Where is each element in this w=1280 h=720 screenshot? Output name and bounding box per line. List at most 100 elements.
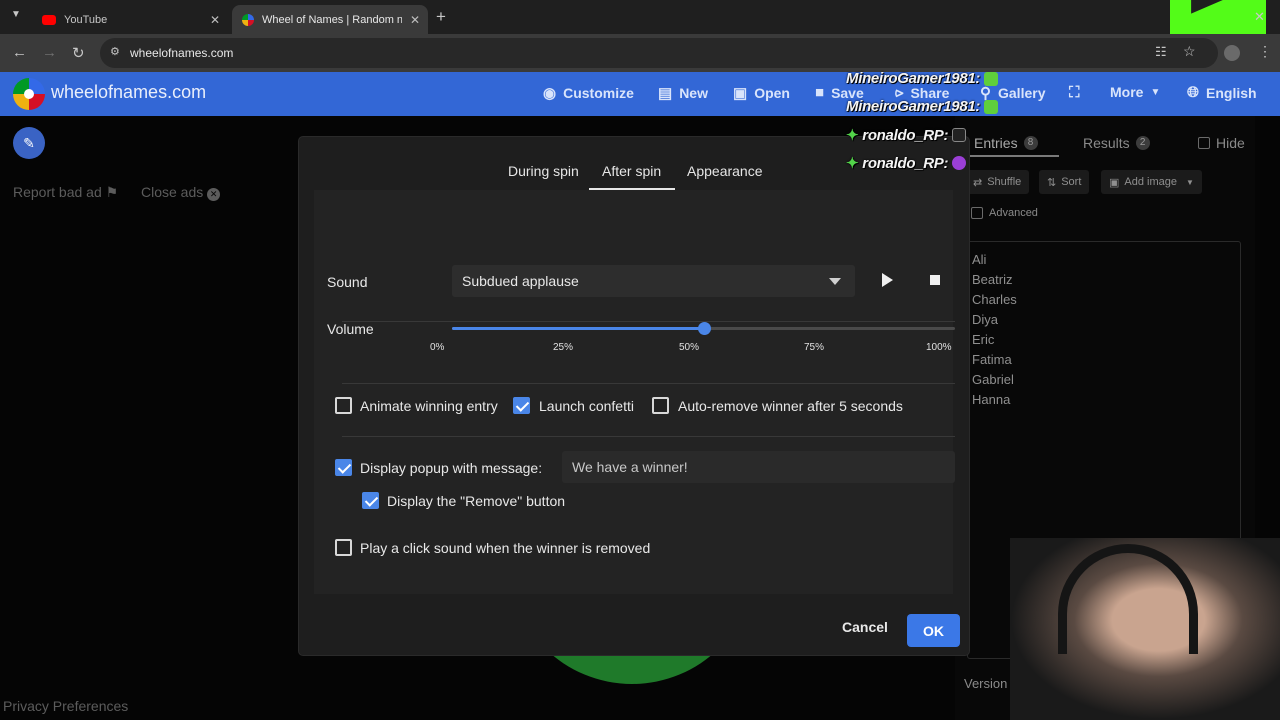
chat-message: ✦ ronaldo_RP: — [846, 126, 967, 144]
popup-message-input[interactable]: We have a winner! — [562, 451, 955, 483]
play-icon[interactable] — [882, 273, 893, 287]
hide-toggle[interactable]: Hide — [1198, 135, 1245, 151]
fullscreen-button[interactable]: ⛶ — [1069, 84, 1080, 101]
globe-icon: 🌐︎ — [1187, 84, 1200, 101]
list-item: Ali — [972, 252, 987, 267]
cancel-button[interactable]: Cancel — [842, 619, 888, 635]
advanced-checkbox[interactable] — [971, 207, 983, 219]
customize-button[interactable]: ◉ Customize — [543, 84, 634, 102]
tab-list-chevron-icon[interactable]: ▼ — [11, 9, 21, 20]
stop-icon[interactable] — [930, 275, 940, 285]
sound-label: Sound — [327, 274, 368, 290]
address-bar[interactable]: ⚙ wheelofnames.com ☷ ☆ — [100, 38, 1218, 68]
report-bad-ad-link[interactable]: Report bad ad ⚑ — [13, 184, 118, 201]
emote-icon — [952, 128, 967, 142]
sound-value: Subdued applause — [462, 273, 579, 289]
bookmark-star-icon[interactable]: ☆ — [1183, 43, 1196, 60]
chat-message: ✦ ronaldo_RP: — [846, 154, 967, 172]
volume-slider-thumb[interactable] — [697, 322, 711, 335]
close-tab-icon[interactable]: ✕ — [410, 13, 420, 27]
auto-remove-checkbox[interactable] — [652, 397, 669, 414]
browser-tab-youtube[interactable]: YouTube ✕ — [32, 5, 228, 34]
close-tab-icon[interactable]: ✕ — [210, 13, 220, 27]
divider — [342, 383, 955, 384]
emote-icon — [952, 156, 967, 170]
open-label: Open — [754, 85, 790, 101]
customize-label: Customize — [563, 85, 634, 101]
tab-appearance[interactable]: Appearance — [687, 163, 763, 179]
launch-confetti-label: Launch confetti — [539, 398, 634, 414]
site-name[interactable]: wheelofnames.com — [51, 82, 206, 103]
advanced-toggle[interactable]: Advanced — [971, 207, 1038, 219]
launch-confetti-checkbox[interactable] — [513, 397, 530, 414]
browser-tab-wheel[interactable]: Wheel of Names | Random nam ✕ — [232, 5, 428, 34]
flag-icon: ⚑ — [105, 184, 119, 200]
edit-pencil-icon[interactable]: ✎ — [13, 127, 45, 159]
browser-menu-icon[interactable]: ⋮ — [1258, 43, 1272, 60]
volume-slider-fill — [452, 327, 704, 330]
shield-icon: ✦ — [846, 127, 859, 144]
wheel-logo-icon[interactable] — [13, 78, 45, 110]
display-remove-button-checkbox[interactable] — [362, 492, 379, 509]
customize-dialog: During spin After spin Appearance Sound … — [299, 137, 969, 655]
sort-button[interactable]: ⇅ Sort — [1039, 170, 1090, 194]
add-image-button[interactable]: ▣ Add image ▼ — [1101, 170, 1202, 194]
hide-label: Hide — [1216, 135, 1245, 151]
tab-after-spin[interactable]: After spin — [602, 163, 661, 179]
tab-results[interactable]: Results 2 — [1083, 135, 1150, 151]
sort-icon: ⇅ — [1047, 176, 1057, 189]
reload-icon[interactable]: ↻ — [72, 44, 85, 62]
click-sound-label: Play a click sound when the winner is re… — [360, 540, 651, 556]
display-popup-checkbox[interactable] — [335, 459, 352, 476]
privacy-preferences-link[interactable]: Privacy Preferences — [3, 698, 128, 714]
url-text: wheelofnames.com — [130, 46, 234, 60]
youtube-icon — [42, 14, 56, 25]
volume-tick-75: 75% — [804, 342, 825, 353]
back-arrow-icon[interactable]: ← — [12, 44, 27, 61]
divider — [342, 436, 955, 437]
tab-during-spin[interactable]: During spin — [508, 163, 579, 179]
hide-checkbox[interactable] — [1198, 137, 1210, 149]
tab-entries[interactable]: Entries 8 — [974, 135, 1038, 151]
profile-avatar-icon[interactable] — [1224, 45, 1240, 61]
volume-slider[interactable] — [452, 322, 955, 335]
ok-button[interactable]: OK — [907, 614, 960, 647]
close-ads-link[interactable]: Close ads ✕ — [141, 184, 221, 201]
chat-username: ronaldo_RP: — [862, 154, 949, 172]
shuffle-button[interactable]: ⇄ Shuffle — [965, 170, 1030, 194]
list-item: Diya — [972, 312, 999, 327]
volume-tick-25: 25% — [553, 342, 574, 353]
new-label: New — [679, 85, 708, 101]
wheel-favicon-icon — [242, 13, 254, 26]
window-close-icon[interactable]: ✕ — [1254, 9, 1265, 25]
shield-icon: ✦ — [846, 155, 859, 172]
volume-tick-100: 100% — [926, 342, 952, 353]
animate-winning-entry-checkbox[interactable] — [335, 397, 352, 414]
entries-count-badge: 8 — [1023, 136, 1038, 150]
image-icon: ▣ — [1109, 176, 1120, 189]
close-ads-label: Close ads — [141, 184, 204, 200]
forward-arrow-icon[interactable]: → — [42, 44, 57, 61]
sound-dropdown[interactable]: Subdued applause — [452, 265, 855, 297]
report-label: Report bad ad — [13, 184, 102, 200]
add-image-label: Add image — [1124, 176, 1177, 188]
version-text: Version — [964, 676, 1008, 691]
translate-icon[interactable]: ☷ — [1155, 44, 1167, 60]
results-count-badge: 2 — [1135, 136, 1150, 150]
site-info-icon[interactable]: ⚙ — [110, 45, 120, 58]
shuffle-icon: ⇄ — [973, 176, 983, 189]
click-sound-checkbox[interactable] — [335, 539, 352, 556]
entries-tab-underline — [967, 155, 1059, 157]
list-item: Charles — [972, 292, 1017, 307]
more-menu[interactable]: More ▼ — [1110, 84, 1160, 100]
browser-toolbar: ← → ↻ ⚙ wheelofnames.com ☷ ☆ ⋮ — [0, 34, 1280, 72]
new-tab-icon[interactable]: + — [436, 7, 446, 27]
fullscreen-icon: ⛶ — [1069, 84, 1080, 101]
display-remove-button-label: Display the "Remove" button — [387, 493, 566, 509]
open-button[interactable]: ▣ Open — [733, 84, 790, 102]
chat-username: MineiroGamer1981: — [846, 98, 981, 115]
browser-tab-bar: ▼ YouTube ✕ Wheel of Names | Random nam … — [0, 0, 1280, 34]
close-circle-icon: ✕ — [207, 188, 221, 201]
language-button[interactable]: 🌐︎ English — [1187, 84, 1257, 101]
new-button[interactable]: ▤ New — [658, 84, 708, 102]
